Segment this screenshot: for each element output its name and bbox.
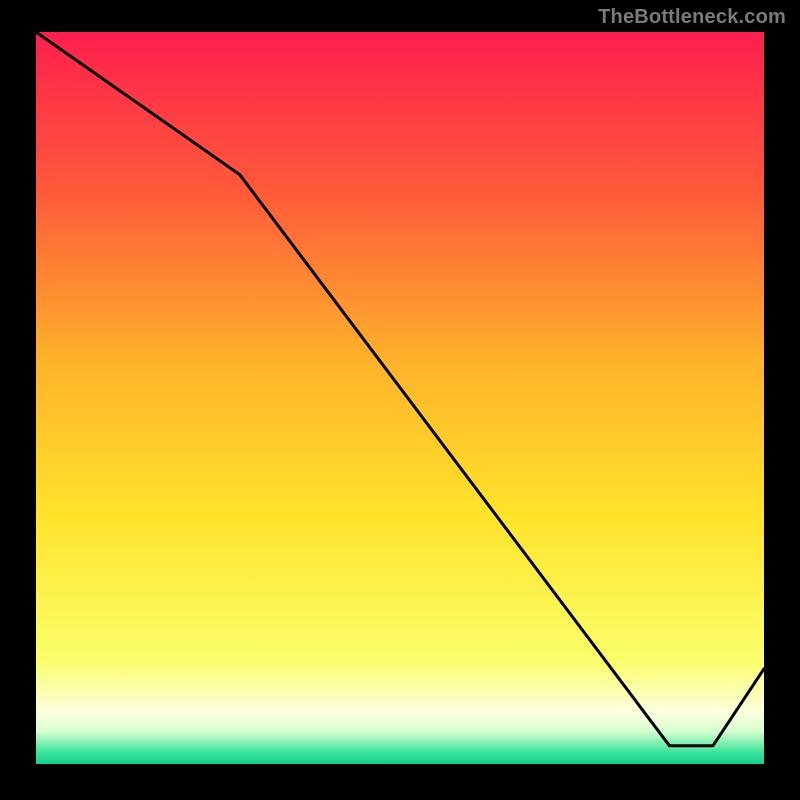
chart-frame: TheBottleneck.com [0,0,800,800]
data-line [36,32,764,764]
watermark-text: TheBottleneck.com [598,6,786,29]
plot-area [36,32,764,764]
